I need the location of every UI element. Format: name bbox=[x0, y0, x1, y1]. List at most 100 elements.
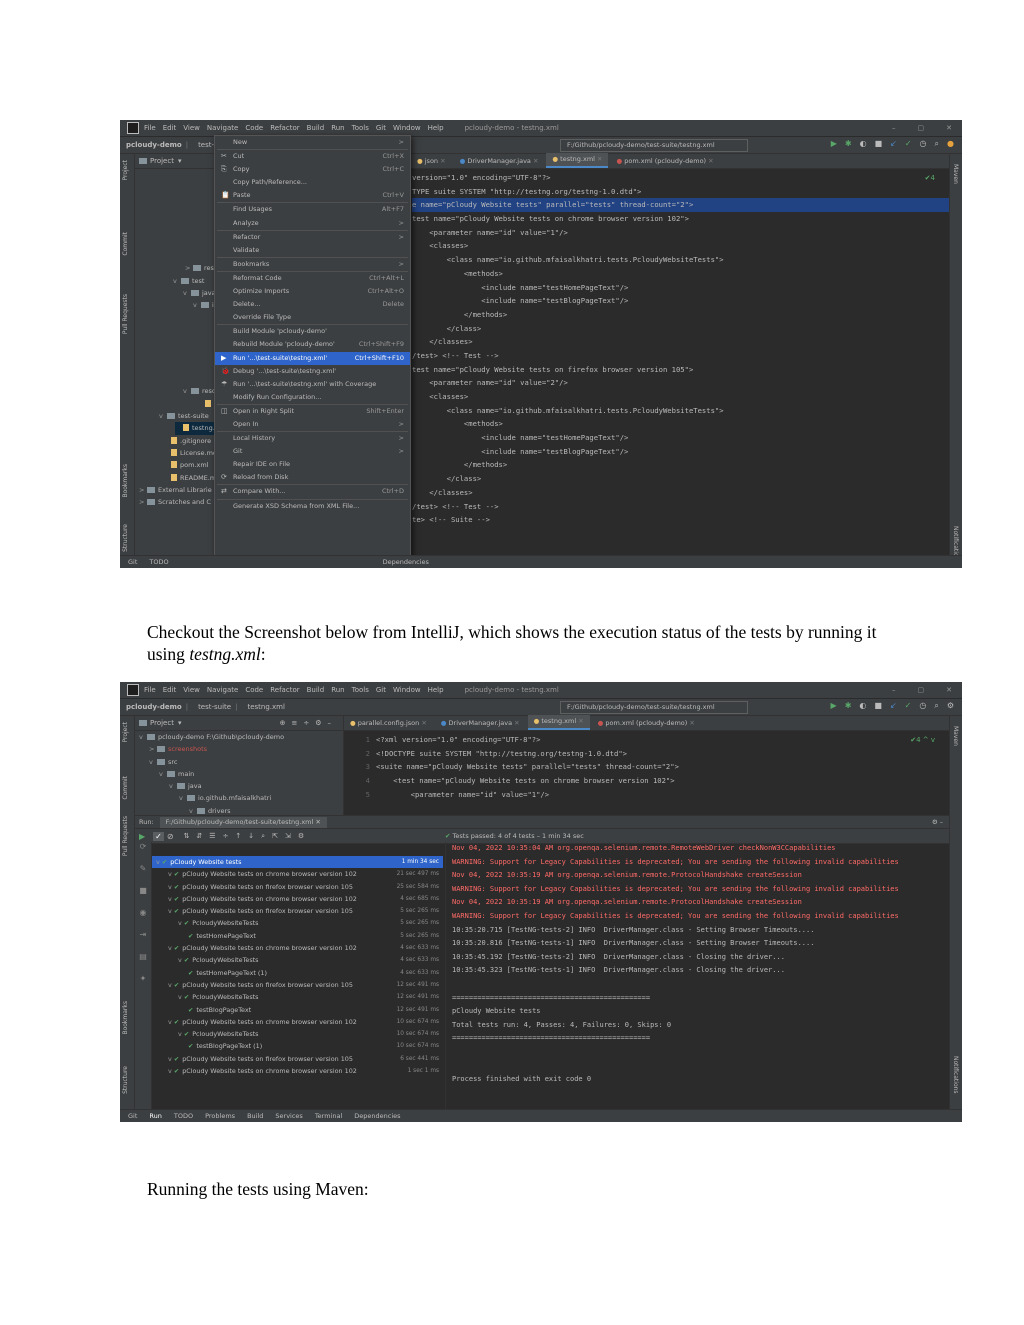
status-problems[interactable]: Problems bbox=[205, 1112, 235, 1120]
close-icon[interactable]: ✕ bbox=[946, 124, 952, 132]
tool-structure[interactable]: Structure bbox=[122, 524, 129, 552]
status-terminal[interactable]: Terminal bbox=[315, 1112, 342, 1120]
code-line[interactable]: <parameter name="id" value="1"/> bbox=[412, 226, 949, 240]
tree-item[interactable]: README.md bbox=[163, 472, 220, 484]
menu-build[interactable]: Build bbox=[307, 686, 325, 694]
chevron-icon[interactable]: > bbox=[185, 262, 193, 274]
context-menu-item[interactable]: ⟳ Reload from Disk bbox=[215, 471, 410, 484]
chevron-icon[interactable]: v bbox=[168, 981, 174, 989]
git-update-icon[interactable]: ↙ bbox=[890, 701, 897, 711]
run-icon[interactable]: ▶ bbox=[831, 139, 837, 149]
menu-build[interactable]: Build bbox=[307, 124, 325, 132]
editor-tab[interactable]: ● pom.xml (pcloudy-demo) ✕ bbox=[610, 155, 719, 168]
chevron-icon[interactable]: v bbox=[178, 993, 184, 1001]
context-menu-item[interactable]: ◫ Open in Right Split Shift+Enter bbox=[215, 405, 410, 418]
editor-tab[interactable]: ● json ✕ bbox=[411, 155, 452, 168]
rerun-icon[interactable]: ▶ bbox=[139, 832, 145, 841]
code-line[interactable]: version="1.0" encoding="UTF-8"?> bbox=[412, 171, 949, 185]
context-menu-item[interactable]: 🐞 Debug '...\test-suite\testng.xml' bbox=[215, 365, 410, 378]
git-commit-icon[interactable]: ✓ bbox=[905, 139, 912, 149]
editor-tab[interactable]: ● parallel.config.json ✕ bbox=[344, 717, 433, 730]
chevron-icon[interactable]: v bbox=[149, 756, 157, 768]
breadcrumb-folder[interactable]: test-suite bbox=[198, 703, 231, 711]
debug-icon[interactable]: ✱ bbox=[845, 701, 852, 711]
test-result-row[interactable]: ✔ testBlogPageText (1) 10 sec 674 ms bbox=[152, 1040, 443, 1052]
test-result-row[interactable]: ✔ testHomePageText (1) 4 sec 633 ms bbox=[152, 967, 443, 979]
code-line[interactable]: te> <!-- Suite --> bbox=[412, 513, 949, 527]
context-menu-item[interactable]: Override File Type bbox=[215, 311, 410, 324]
menu-help[interactable]: Help bbox=[428, 124, 444, 132]
layout-icon[interactable]: ▤ bbox=[135, 952, 151, 974]
close-icon[interactable]: ✕ bbox=[419, 719, 426, 727]
context-menu-item[interactable]: Bookmarks > bbox=[215, 258, 410, 271]
close-icon[interactable]: ✕ bbox=[438, 157, 445, 165]
chevron-icon[interactable]: v bbox=[139, 731, 147, 743]
code-line[interactable]: e name="pCloudy Website tests" parallel=… bbox=[412, 198, 949, 213]
menu-run[interactable]: Run bbox=[331, 124, 344, 132]
menu-code[interactable]: Code bbox=[245, 124, 263, 132]
chevron-icon[interactable]: v bbox=[168, 895, 174, 903]
chevron-icon[interactable]: > bbox=[149, 743, 157, 755]
code-line[interactable]: /test> <!-- Test --> bbox=[412, 500, 949, 514]
tool-structure[interactable]: Structure bbox=[122, 1066, 129, 1094]
code-line[interactable]: </classes> bbox=[412, 335, 949, 349]
chevron-icon[interactable]: v bbox=[168, 870, 174, 878]
code-line[interactable]: </class> bbox=[412, 472, 949, 486]
editor-tab[interactable]: ● testng.xml ✕ bbox=[546, 153, 609, 168]
context-menu-item[interactable]: Open In > bbox=[215, 418, 410, 431]
tool-pull-requests[interactable]: Pull Requests bbox=[122, 816, 129, 856]
chevron-icon[interactable]: > bbox=[139, 496, 147, 508]
context-menu-item[interactable]: Repair IDE on File bbox=[215, 458, 410, 471]
context-menu-item[interactable]: ⎘ Copy Ctrl+C bbox=[215, 163, 410, 176]
test-result-row[interactable]: v ✔ pCloudy Website tests on chrome brows… bbox=[152, 868, 443, 880]
tree-item[interactable]: > screenshots bbox=[135, 743, 343, 755]
tree-item[interactable]: .gitignore bbox=[163, 435, 211, 447]
menu-navigate[interactable]: Navigate bbox=[207, 686, 238, 694]
camera-icon[interactable]: ◉ bbox=[135, 908, 151, 930]
status-todo[interactable]: TODO bbox=[149, 558, 168, 566]
search-icon[interactable]: ⌕ bbox=[934, 701, 938, 711]
test-result-row[interactable]: v ✔ pCloudy Website tests on chrome brows… bbox=[152, 942, 443, 954]
git-update-icon[interactable]: ↙ bbox=[890, 139, 897, 149]
context-menu-item[interactable]: Git > bbox=[215, 445, 410, 458]
test-result-row[interactable]: v ✔ pCloudy Website tests on chrome brows… bbox=[152, 1016, 443, 1028]
close-icon[interactable]: ✕ bbox=[687, 719, 694, 727]
context-menu-item[interactable]: Build Module 'pcloudy-demo' bbox=[215, 325, 410, 338]
tree-item[interactable]: v test-suite bbox=[159, 410, 209, 422]
tree-item[interactable]: v main bbox=[135, 768, 343, 780]
run-icon[interactable]: ▶ bbox=[831, 701, 837, 711]
test-result-row[interactable]: v ✔ pCloudy Website tests on chrome brows… bbox=[152, 893, 443, 905]
history-icon[interactable]: ◷ bbox=[919, 701, 926, 711]
panel-options-icon[interactable]: ⊕≡÷⚙– bbox=[280, 719, 337, 727]
menu-edit[interactable]: Edit bbox=[163, 124, 177, 132]
tree-item[interactable]: v test bbox=[173, 275, 204, 287]
minimize-icon[interactable]: – bbox=[892, 124, 896, 132]
breadcrumb-project[interactable]: pcloudy-demo bbox=[126, 141, 182, 149]
breadcrumb-file[interactable]: testng.xml bbox=[247, 703, 284, 711]
test-result-row[interactable]: v ✔ pCloudy Website tests on firefox brow… bbox=[152, 1053, 443, 1065]
code-line[interactable]: <include name="testHomePageText"/> bbox=[412, 281, 949, 295]
status-dependencies[interactable]: Dependencies bbox=[354, 1112, 400, 1120]
chevron-icon[interactable]: v bbox=[169, 780, 177, 792]
chevron-icon[interactable]: v bbox=[156, 858, 162, 866]
code-editor[interactable]: 1 <?xml version="1.0" encoding="UTF-8"?> 2… bbox=[344, 733, 949, 801]
context-menu-item[interactable]: ⇄ Compare With... Ctrl+D bbox=[215, 485, 410, 498]
code-line[interactable]: </class> bbox=[412, 322, 949, 336]
context-menu-item[interactable]: ✂ Cut Ctrl+X bbox=[215, 150, 410, 163]
wrench-icon[interactable]: ✎ bbox=[135, 864, 151, 886]
code-line[interactable]: </methods> bbox=[412, 308, 949, 322]
context-menu-item[interactable]: New > bbox=[215, 136, 410, 149]
chevron-icon[interactable]: v bbox=[183, 385, 191, 397]
menu-refactor[interactable]: Refactor bbox=[270, 686, 299, 694]
debug-icon[interactable]: ✱ bbox=[845, 139, 852, 149]
close-icon[interactable]: ✕ bbox=[512, 719, 519, 727]
menu-file[interactable]: File bbox=[144, 686, 156, 694]
context-menu-item[interactable]: Refactor > bbox=[215, 231, 410, 244]
test-result-row[interactable]: v ✔ PcloudyWebsiteTests 10 sec 674 ms bbox=[152, 1028, 443, 1040]
menu-refactor[interactable]: Refactor bbox=[270, 124, 299, 132]
context-menu-item[interactable]: Generate XSD Schema from XML File... bbox=[215, 500, 410, 513]
test-result-row[interactable]: v ✔ pCloudy Website tests on firefox brow… bbox=[152, 905, 443, 917]
test-result-row[interactable]: v ✔ pCloudy Website tests on firefox brow… bbox=[152, 881, 443, 893]
chevron-icon[interactable]: v bbox=[168, 907, 174, 915]
tree-item[interactable]: v src bbox=[135, 756, 343, 768]
